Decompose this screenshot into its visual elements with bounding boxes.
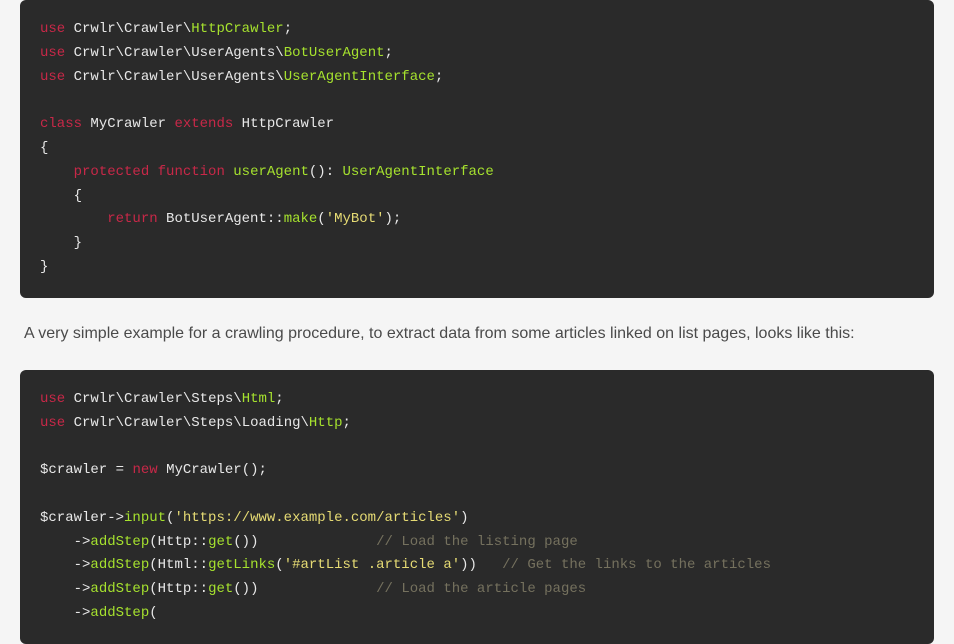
- namespace: Loading: [242, 415, 301, 431]
- description-paragraph: A very simple example for a crawling pro…: [24, 322, 930, 346]
- string-literal: 'https://www.example.com/articles': [174, 510, 460, 526]
- variable: $crawler: [40, 462, 107, 478]
- classname: BotUserAgent: [166, 211, 267, 227]
- classname: Http: [309, 415, 343, 431]
- keyword-use: use: [40, 391, 65, 407]
- classname: HttpCrawler: [242, 116, 334, 132]
- namespace: Steps: [191, 391, 233, 407]
- return-type: UserAgentInterface: [343, 164, 494, 180]
- namespace: Crawler: [124, 21, 183, 37]
- namespace: Crwlr: [74, 415, 116, 431]
- method-call: addStep: [90, 581, 149, 597]
- namespace: Crawler: [124, 69, 183, 85]
- classname: MyCrawler: [90, 116, 166, 132]
- namespace: Crwlr: [74, 391, 116, 407]
- classname: Http: [158, 581, 192, 597]
- variable: $crawler: [40, 510, 107, 526]
- classname: MyCrawler: [166, 462, 242, 478]
- method-call: addStep: [90, 534, 149, 550]
- classname: Http: [158, 534, 192, 550]
- classname: BotUserAgent: [284, 45, 385, 61]
- namespace: Crwlr: [74, 45, 116, 61]
- keyword-class: class: [40, 116, 82, 132]
- static-method: make: [284, 211, 318, 227]
- comment: // Load the listing page: [376, 534, 578, 550]
- string-literal: 'MyBot': [326, 211, 385, 227]
- keyword-use: use: [40, 21, 65, 37]
- namespace: Crwlr: [74, 69, 116, 85]
- namespace: Crawler: [124, 415, 183, 431]
- code-content-1: use Crwlr\Crawler\HttpCrawler; use Crwlr…: [40, 18, 914, 280]
- classname: HttpCrawler: [191, 21, 283, 37]
- keyword-use: use: [40, 415, 65, 431]
- code-block-2: use Crwlr\Crawler\Steps\Html; use Crwlr\…: [20, 370, 934, 644]
- function-name: userAgent: [233, 164, 309, 180]
- comment: // Load the article pages: [376, 581, 586, 597]
- method-call: addStep: [90, 557, 149, 573]
- static-method: get: [208, 534, 233, 550]
- method-call: addStep: [90, 605, 149, 621]
- namespace: Steps: [191, 415, 233, 431]
- static-method: getLinks: [208, 557, 275, 573]
- classname: Html: [242, 391, 276, 407]
- comment: // Get the links to the articles: [502, 557, 771, 573]
- namespace: Crawler: [124, 391, 183, 407]
- keyword-use: use: [40, 45, 65, 61]
- namespace: UserAgents: [191, 45, 275, 61]
- keyword-use: use: [40, 69, 65, 85]
- code-block-1: use Crwlr\Crawler\HttpCrawler; use Crwlr…: [20, 0, 934, 298]
- static-method: get: [208, 581, 233, 597]
- namespace: UserAgents: [191, 69, 275, 85]
- code-content-2: use Crwlr\Crawler\Steps\Html; use Crwlr\…: [40, 388, 914, 626]
- keyword-function: function: [158, 164, 225, 180]
- namespace: Crwlr: [74, 21, 116, 37]
- keyword-return: return: [107, 211, 157, 227]
- classname: Html: [158, 557, 192, 573]
- keyword-new: new: [132, 462, 157, 478]
- method-call: input: [124, 510, 166, 526]
- keyword-protected: protected: [74, 164, 150, 180]
- classname: UserAgentInterface: [284, 69, 435, 85]
- namespace: Crawler: [124, 45, 183, 61]
- string-literal: '#artList .article a': [284, 557, 460, 573]
- keyword-extends: extends: [174, 116, 233, 132]
